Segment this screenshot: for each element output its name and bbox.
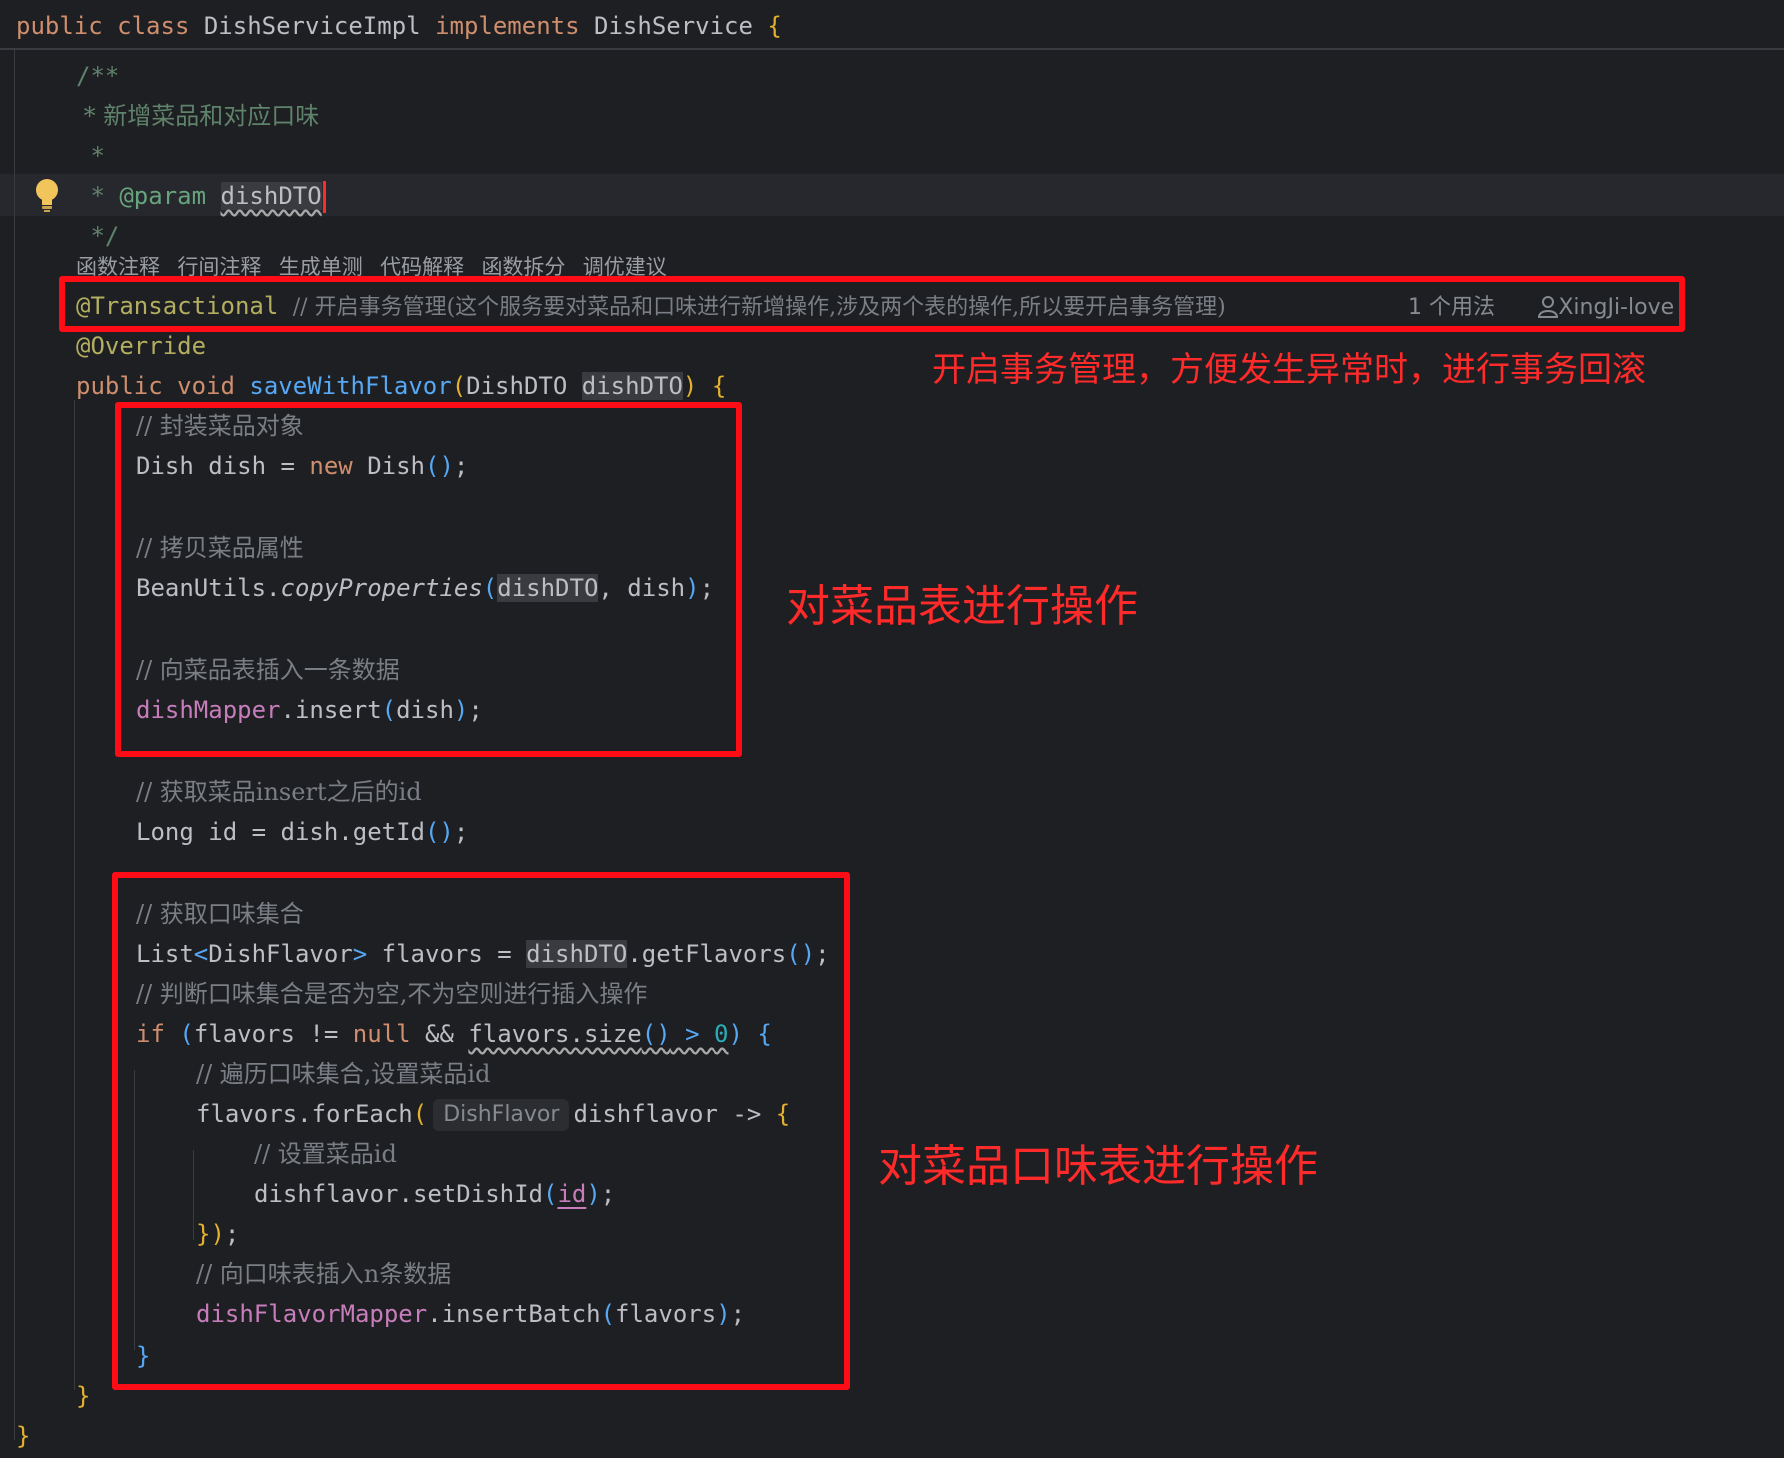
keyword: public (16, 12, 103, 40)
keyword: void (177, 372, 235, 400)
doc-close: */ (76, 222, 120, 250)
code-line: Long id = dish.getId(); (136, 812, 468, 852)
text-caret (322, 181, 326, 213)
transaction-note: 开启事务管理，方便发生异常时，进行事务回滚 (932, 350, 1646, 390)
paren: ( (451, 372, 467, 400)
brace: { (767, 12, 782, 40)
class-name[interactable]: DishServiceImpl (204, 12, 421, 40)
indent-guide (74, 400, 75, 1390)
param-type[interactable]: DishDTO (466, 372, 567, 400)
method-declaration-line: public void saveWithFlavor(DishDTO dishD… (76, 366, 726, 406)
transaction-highlight-box (59, 276, 1685, 332)
indent-guide (14, 50, 15, 1440)
flavor-table-note: 对菜品口味表进行操作 (878, 1141, 1318, 1192)
comment-line: // 获取菜品insert之后的id (136, 778, 422, 806)
override-annotation: @Override (76, 332, 207, 360)
lightbulb-icon[interactable] (34, 178, 60, 212)
doc-param-line[interactable]: * @param dishDTO (76, 176, 326, 216)
class-declaration-line: public class DishServiceImpl implements … (16, 6, 782, 46)
dish-table-note: 对菜品表进行操作 (786, 581, 1138, 632)
doc-param-name[interactable]: dishDTO (220, 182, 322, 210)
class-close-brace: } (16, 1422, 31, 1450)
doc-open: /** (76, 62, 120, 90)
doc-summary: * 新增菜品和对应口味 (76, 102, 320, 130)
semicolon: ; (453, 818, 469, 846)
keyword: public (76, 372, 163, 400)
param-name[interactable]: dishDTO (581, 372, 683, 400)
brace: { (711, 372, 727, 400)
doc-blank: * (76, 142, 105, 170)
keyword: implements (435, 12, 580, 40)
flavor-table-highlight-box (112, 872, 850, 1390)
doc-star: * (76, 182, 120, 210)
paren: ) (682, 372, 698, 400)
code-text[interactable]: Long id = dish.getId (136, 818, 425, 846)
dish-table-highlight-box (115, 402, 742, 757)
doc-param-tag: @param (119, 182, 207, 210)
interface-name[interactable]: DishService (594, 12, 753, 40)
method-name[interactable]: saveWithFlavor (249, 372, 451, 400)
keyword: class (117, 12, 190, 40)
method-close-brace: } (76, 1382, 91, 1410)
paren: () (424, 818, 454, 846)
